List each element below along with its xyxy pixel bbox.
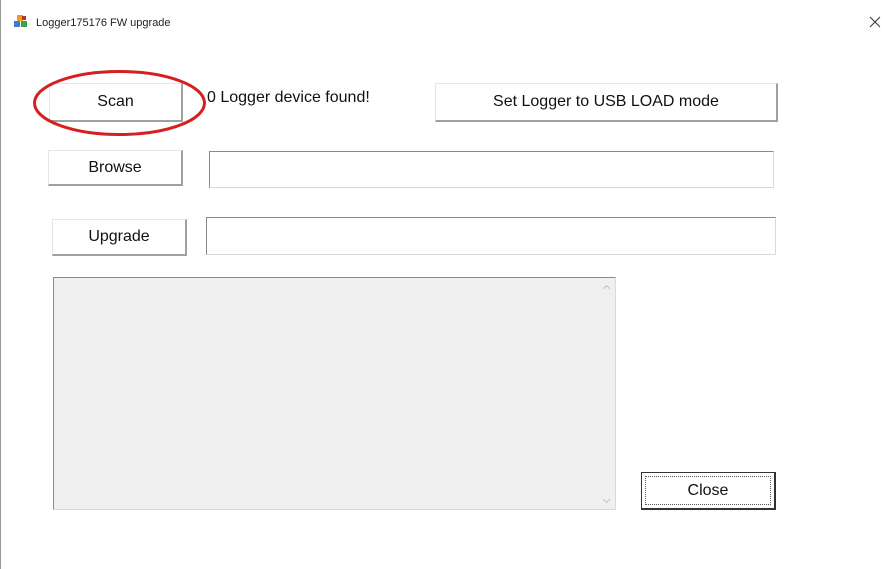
app-logo-icon xyxy=(13,13,29,29)
browse-button[interactable]: Browse xyxy=(48,150,183,186)
close-icon[interactable] xyxy=(867,14,883,30)
close-button[interactable]: Close xyxy=(641,472,776,510)
title-bar: Logger175176 FW upgrade xyxy=(1,0,885,40)
log-output-area[interactable] xyxy=(53,277,616,510)
scroll-down-arrow-icon[interactable] xyxy=(598,492,615,509)
upgrade-progress-field[interactable] xyxy=(206,217,776,255)
usb-load-mode-button[interactable]: Set Logger to USB LOAD mode xyxy=(435,83,778,122)
scan-button[interactable]: Scan xyxy=(49,83,183,122)
close-button-label: Close xyxy=(687,481,729,499)
device-found-status: 0 Logger device found! xyxy=(207,89,370,106)
fw-upgrade-window: Logger175176 FW upgrade Scan 0 Logger de… xyxy=(0,0,885,569)
window-title: Logger175176 FW upgrade xyxy=(36,17,171,29)
scroll-up-arrow-icon[interactable] xyxy=(598,278,615,295)
firmware-path-field[interactable] xyxy=(209,151,774,188)
log-scrollbar[interactable] xyxy=(598,278,615,509)
upgrade-button[interactable]: Upgrade xyxy=(52,219,187,256)
log-text xyxy=(58,282,595,505)
